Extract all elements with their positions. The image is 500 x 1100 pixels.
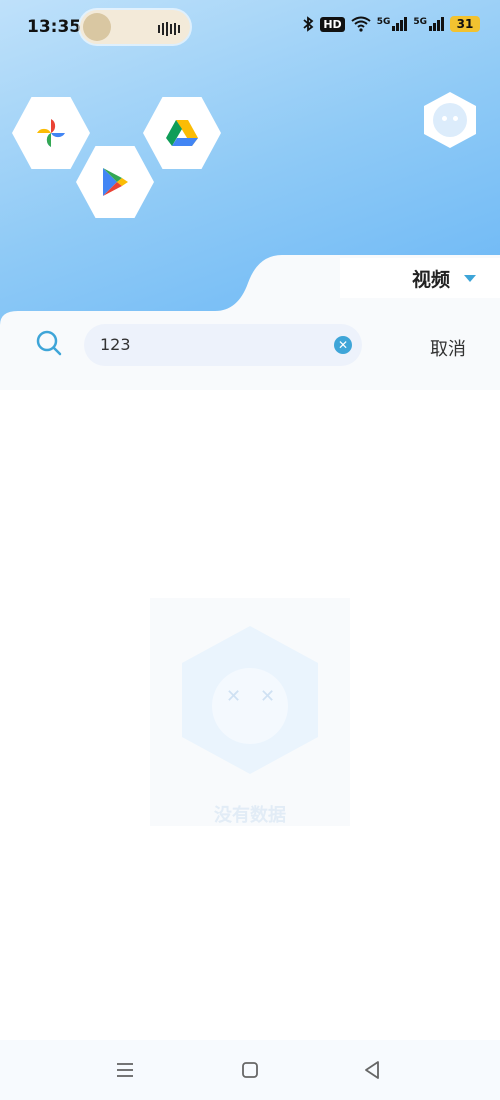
search-bar: 123 ✕ 取消	[0, 312, 500, 382]
menu-icon[interactable]	[113, 1058, 137, 1082]
empty-state: ✕ ✕ 没有数据	[150, 598, 350, 826]
cancel-button[interactable]: 取消	[430, 335, 466, 361]
search-input[interactable]: 123 ✕	[84, 324, 362, 366]
pinwheel-icon	[37, 119, 65, 147]
media-thumbnail	[83, 13, 111, 41]
signal-5g-icon: 5G	[413, 17, 444, 31]
category-selected: 视频	[411, 268, 450, 291]
media-pill[interactable]	[80, 10, 190, 44]
status-icons: HD 5G 5G 31	[302, 16, 480, 32]
x-eye-icon: ✕	[226, 686, 242, 707]
signal-5g-icon: 5G	[377, 17, 408, 31]
system-nav-bar	[0, 1040, 500, 1100]
home-icon[interactable]	[238, 1058, 262, 1082]
avatar-face	[433, 103, 467, 137]
empty-state-text: 没有数据	[214, 805, 286, 826]
bluetooth-icon	[303, 16, 314, 32]
search-input-value: 123	[100, 335, 131, 354]
category-dropdown[interactable]: 视频	[340, 258, 500, 298]
battery-icon: 31	[450, 16, 480, 32]
audio-wave-icon	[158, 22, 180, 36]
x-eye-icon: ✕	[260, 686, 276, 707]
play-triangle-icon	[103, 168, 128, 196]
chevron-down-icon	[464, 274, 476, 282]
clear-icon[interactable]: ✕	[334, 336, 352, 354]
drive-triangle-icon	[166, 120, 198, 146]
search-icon[interactable]	[36, 330, 62, 356]
wifi-icon	[351, 16, 371, 32]
back-icon[interactable]	[360, 1058, 384, 1082]
hd-icon: HD	[320, 16, 345, 32]
empty-face	[212, 668, 288, 744]
status-time: 13:35	[27, 17, 82, 37]
status-bar: 13:35 HD 5G 5G 31	[0, 0, 500, 56]
